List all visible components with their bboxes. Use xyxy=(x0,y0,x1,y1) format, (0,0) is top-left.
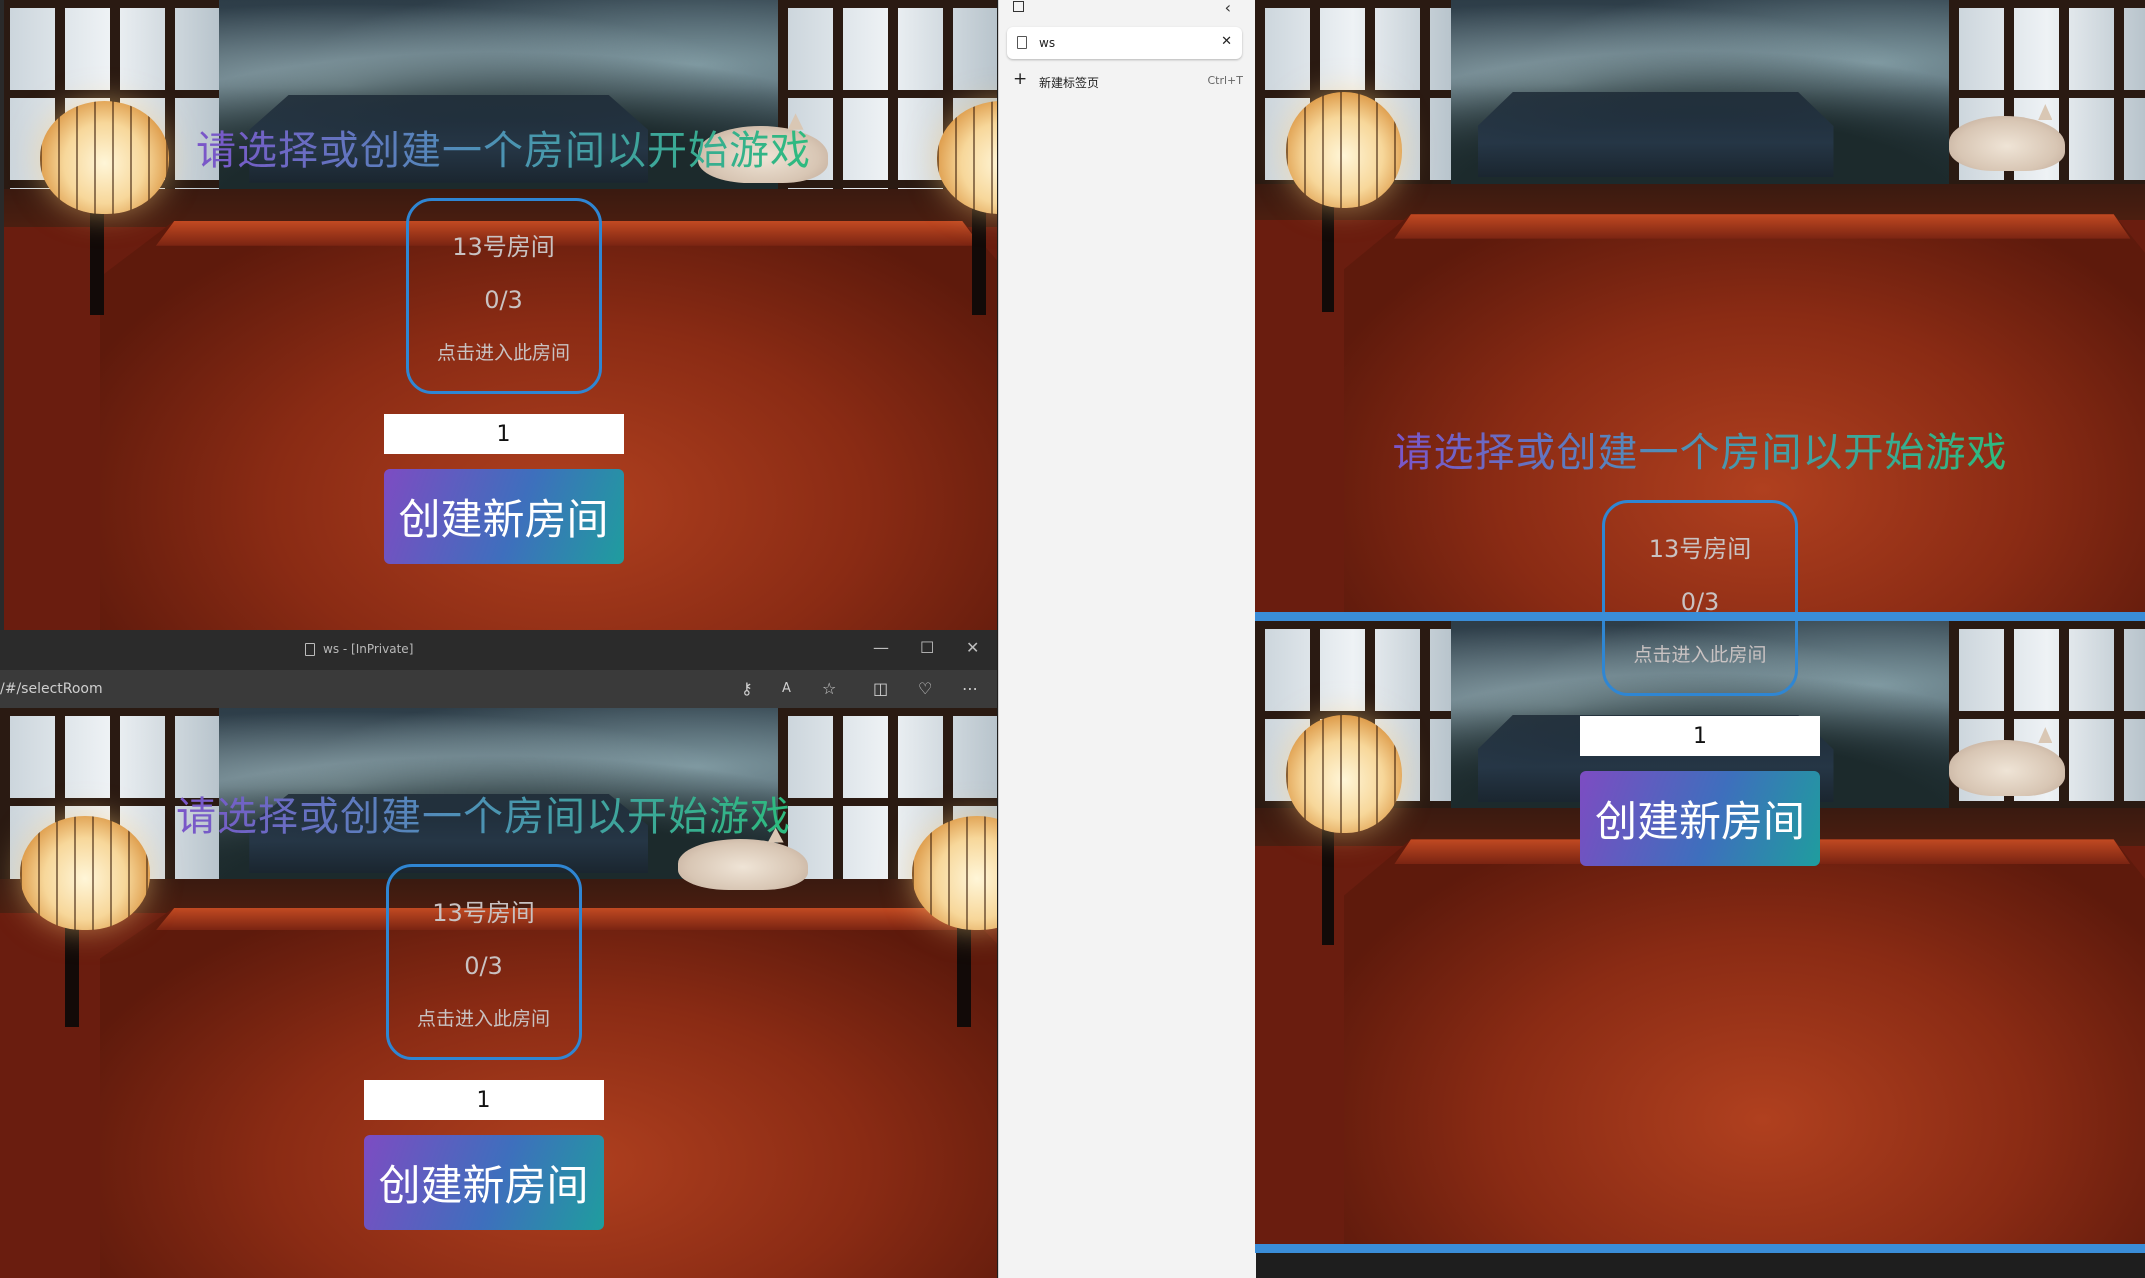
key-icon[interactable]: ⚷ xyxy=(741,679,753,698)
temple xyxy=(1477,91,1834,178)
game-pane-right: 请选择或创建一个房间以开始游戏 13号房间 0/3 点击进入此房间 创建新房间 xyxy=(1255,0,2145,1278)
document-icon xyxy=(1017,36,1027,49)
window-title-text: ws - [InPrivate] xyxy=(323,642,414,656)
tab-label: ws xyxy=(1039,36,1056,50)
room-name: 13号房间 xyxy=(432,899,535,927)
room-player-count: 0/3 xyxy=(484,286,523,314)
cat xyxy=(1949,116,2065,172)
window-edge xyxy=(0,0,4,630)
create-room-button[interactable]: 创建新房间 xyxy=(363,1135,604,1230)
maximize-button[interactable]: ☐ xyxy=(920,638,934,657)
room-select-ui: 请选择或创建一个房间以开始游戏 13号房间 0/3 点击进入此房间 创建新房间 xyxy=(10,118,997,564)
room-select-ui: 请选择或创建一个房间以开始游戏 13号房间 0/3 点击进入此房间 创建新房间 xyxy=(0,784,997,1230)
close-button[interactable]: ✕ xyxy=(966,638,979,657)
address-bar: /#/selectRoom ⚷ A ☆ ◫ ♡ ⋯ xyxy=(0,670,997,708)
collapse-chevron-icon[interactable]: ‹ xyxy=(1225,0,1231,17)
room-name: 13号房间 xyxy=(452,233,555,261)
create-room-button[interactable]: 创建新房间 xyxy=(383,469,624,564)
game-pane-bottom-left: 请选择或创建一个房间以开始游戏 13号房间 0/3 点击进入此房间 创建新房间 xyxy=(0,708,997,1278)
room-select-ui: 请选择或创建一个房间以开始游戏 13号房间 0/3 点击进入此房间 创建新房间 xyxy=(1255,420,2145,866)
favorite-star-icon[interactable]: ☆ xyxy=(822,679,836,698)
room-card[interactable]: 13号房间 0/3 点击进入此房间 xyxy=(405,198,602,394)
sidebar-header: ‹ xyxy=(1013,0,1243,22)
tile-divider-bottom xyxy=(1255,1244,2145,1253)
tab-ws[interactable]: ws ✕ xyxy=(1007,27,1242,59)
window-title: ws - [InPrivate] xyxy=(305,642,413,656)
close-tab-icon[interactable]: ✕ xyxy=(1221,34,1232,49)
room-player-count: 0/3 xyxy=(464,952,503,980)
read-aloud-icon[interactable]: A xyxy=(782,681,791,696)
prompt-text: 请选择或创建一个房间以开始游戏 xyxy=(176,784,791,842)
url-text[interactable]: /#/selectRoom xyxy=(0,681,103,697)
prompt-text: 请选择或创建一个房间以开始游戏 xyxy=(1393,420,2008,478)
inprivate-titlebar: ws - [InPrivate] — ☐ ✕ xyxy=(0,630,997,670)
split-screen-icon[interactable]: ◫ xyxy=(873,679,888,698)
prompt-text: 请选择或创建一个房间以开始游戏 xyxy=(196,118,811,176)
room-enter-text: 点击进入此房间 xyxy=(416,1008,550,1030)
lamp-left xyxy=(1286,91,1402,209)
room-size-input[interactable] xyxy=(383,414,624,454)
minimize-button[interactable]: — xyxy=(873,638,889,657)
room-card[interactable]: 13号房间 0/3 点击进入此房间 xyxy=(385,864,582,1060)
room-size-input[interactable] xyxy=(1580,716,1820,756)
tile-divider-top xyxy=(1255,612,2145,621)
room-enter-text: 点击进入此房间 xyxy=(1633,644,1767,666)
room-card[interactable]: 13号房间 0/3 点击进入此房间 xyxy=(1602,500,1798,696)
game-pane-top-left: 请选择或创建一个房间以开始游戏 13号房间 0/3 点击进入此房间 创建新房间 xyxy=(0,0,997,630)
new-tab-shortcut: Ctrl+T xyxy=(1207,74,1243,87)
new-tab-button[interactable]: + 新建标签页 Ctrl+T xyxy=(1013,69,1243,94)
room-name: 13号房间 xyxy=(1648,535,1752,563)
more-icon[interactable]: ⋯ xyxy=(962,679,978,698)
vertical-tab-sidebar: ‹ ws ✕ + 新建标签页 Ctrl+T xyxy=(998,0,1256,1278)
room-enter-text: 点击进入此房间 xyxy=(436,342,570,364)
new-tab-label: 新建标签页 xyxy=(1039,76,1100,90)
room-size-input[interactable] xyxy=(363,1080,604,1120)
plus-icon: + xyxy=(1013,69,1028,89)
document-icon xyxy=(305,642,315,656)
table-edge xyxy=(1394,214,2131,239)
heart-pulse-icon[interactable]: ♡ xyxy=(918,679,932,698)
create-room-button[interactable]: 创建新房间 xyxy=(1580,771,1820,866)
tab-actions-icon[interactable] xyxy=(1013,1,1024,12)
table xyxy=(1344,839,2145,1245)
